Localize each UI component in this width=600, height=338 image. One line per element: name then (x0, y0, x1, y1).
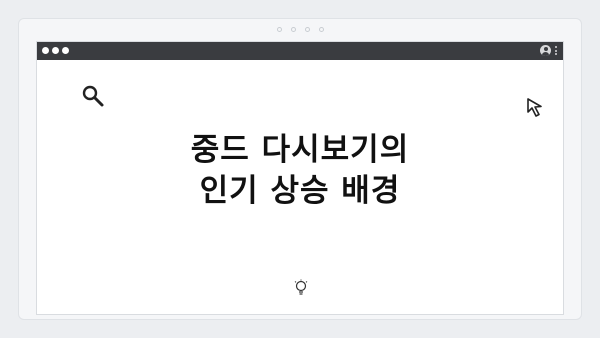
close-dot-button[interactable] (42, 47, 49, 54)
search-icon (82, 85, 104, 107)
pagination-dot[interactable] (276, 27, 282, 32)
titlebar-actions (540, 45, 557, 56)
pagination-dot[interactable] (318, 27, 324, 32)
more-vertical-icon[interactable] (555, 46, 557, 55)
maximize-dot-button[interactable] (62, 47, 69, 54)
minimize-dot-button[interactable] (52, 47, 59, 54)
user-icon[interactable] (540, 45, 551, 56)
window-titlebar (37, 42, 563, 60)
window-controls (42, 47, 69, 54)
pagination-dot[interactable] (304, 27, 310, 32)
browser-window: 중드 다시보기의 인기 상승 배경 (36, 41, 564, 315)
pagination-dot[interactable] (290, 27, 296, 32)
slide-headline: 중드 다시보기의 인기 상승 배경 (37, 130, 563, 212)
cursor-arrow-icon (527, 98, 542, 117)
headline-line-2: 인기 상승 배경 (199, 173, 401, 209)
lightbulb-icon (294, 279, 308, 295)
headline-line-1: 중드 다시보기의 (190, 132, 410, 168)
pagination-dots (19, 27, 581, 35)
